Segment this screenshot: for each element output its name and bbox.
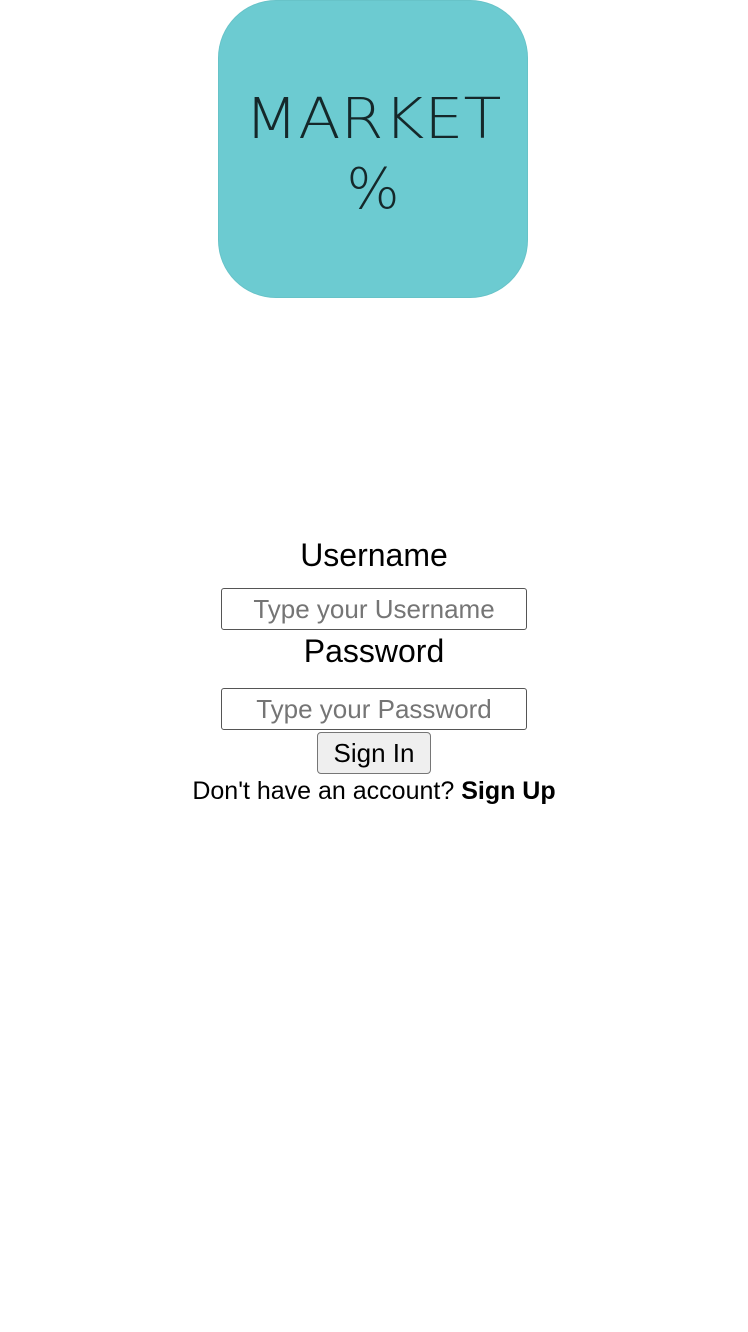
password-label: Password bbox=[303, 633, 445, 669]
password-input[interactable] bbox=[221, 688, 527, 730]
username-label: Username bbox=[300, 537, 448, 573]
username-input[interactable] bbox=[221, 588, 527, 630]
login-page: MARKET % Username Password Sign In Don't… bbox=[0, 0, 748, 1332]
login-form: Username Password Sign In Don't have an … bbox=[0, 534, 748, 808]
signup-prompt-text: Don't have an account? bbox=[192, 777, 455, 805]
logo-percent-symbol: % bbox=[346, 157, 400, 222]
sign-up-link[interactable]: Sign Up bbox=[461, 777, 555, 805]
sign-in-button[interactable]: Sign In bbox=[317, 732, 431, 774]
market-logo: MARKET % bbox=[218, 0, 528, 298]
signup-prompt-line: Don't have an account? Sign Up bbox=[0, 774, 748, 808]
logo-wordmark: MARKET bbox=[244, 85, 502, 152]
